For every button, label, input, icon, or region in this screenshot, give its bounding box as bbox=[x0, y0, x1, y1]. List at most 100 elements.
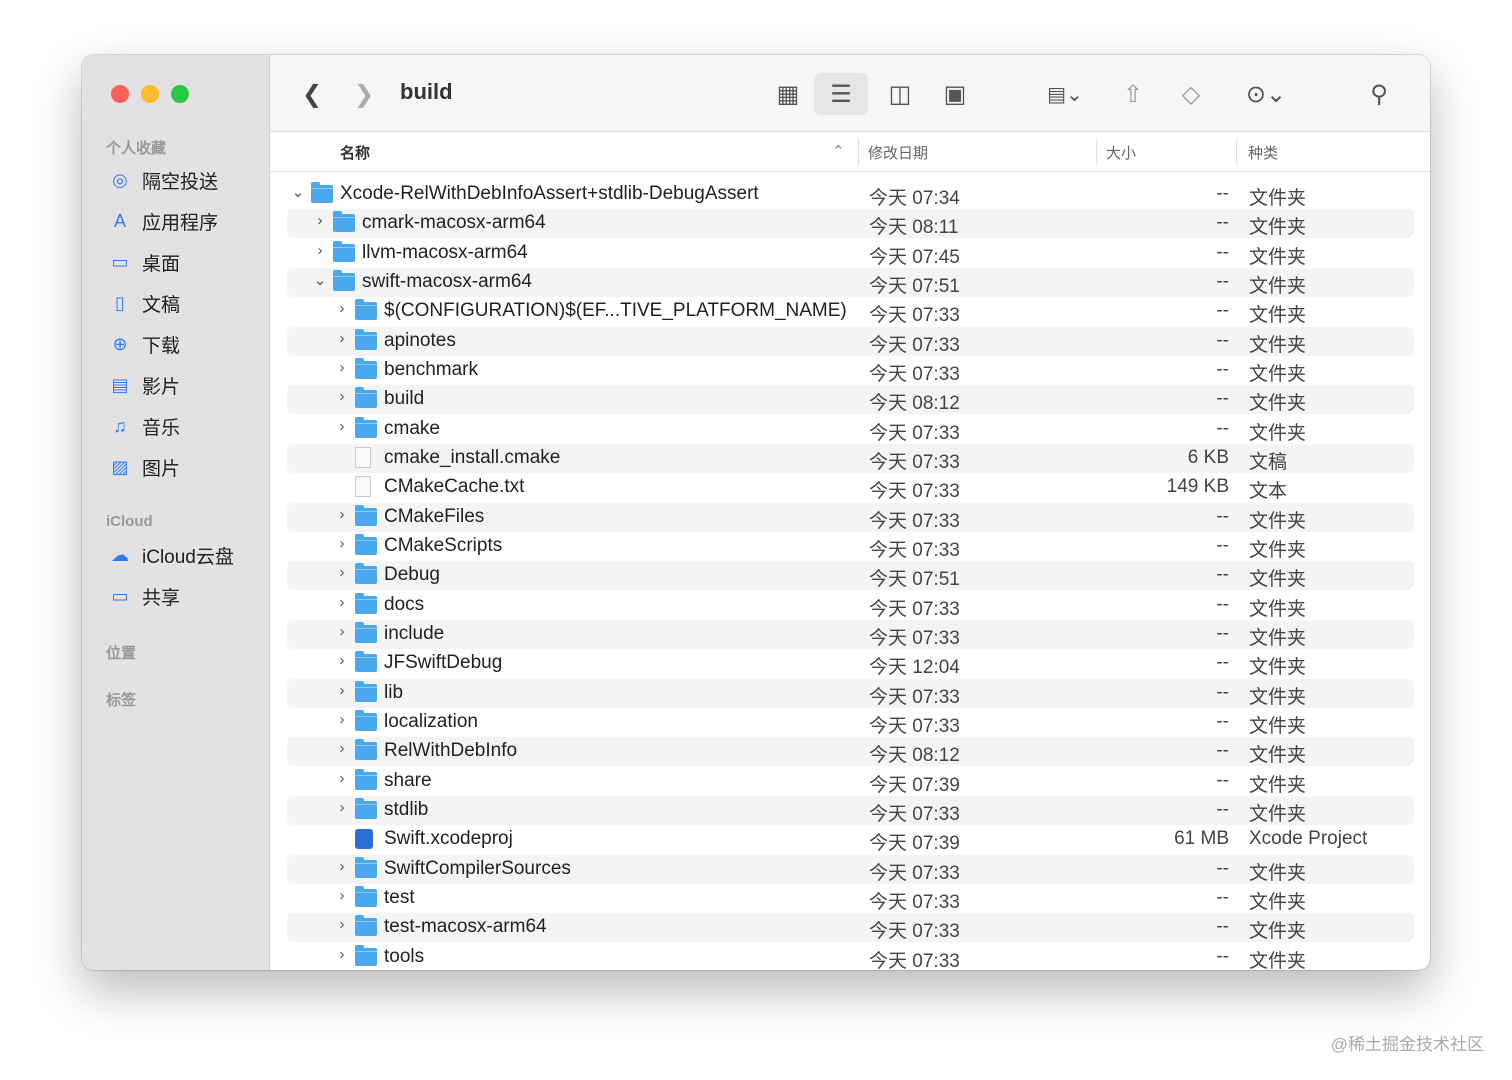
file-row[interactable]: › CMakeScripts 今天 07:33 -- 文件夹 bbox=[287, 532, 1414, 561]
search-button[interactable]: ⚲ bbox=[1362, 75, 1396, 113]
group-icon: ▤⌄ bbox=[1047, 83, 1083, 106]
file-row[interactable]: › stdlib 今天 07:33 -- 文件夹 bbox=[287, 795, 1414, 825]
download-icon: ⊕ bbox=[112, 334, 128, 354]
share-button[interactable]: ⇧ bbox=[1118, 75, 1148, 113]
chevron-right-icon[interactable]: › bbox=[335, 564, 349, 581]
gallery-view-button[interactable]: ▣ bbox=[932, 75, 978, 113]
file-row[interactable]: ⌄ swift-macosx-arm64 今天 07:51 -- 文件夹 bbox=[287, 267, 1414, 297]
forward-button[interactable]: ❯ bbox=[352, 75, 376, 113]
file-row[interactable]: › test 今天 07:33 -- 文件夹 bbox=[287, 884, 1414, 913]
chevron-right-icon[interactable]: › bbox=[335, 916, 349, 933]
chevron-right-icon[interactable]: › bbox=[335, 418, 349, 435]
chevron-right-icon[interactable]: › bbox=[335, 330, 349, 347]
chevron-right-icon[interactable]: › bbox=[335, 770, 349, 787]
sidebar-item[interactable]: ▯ 文稿 bbox=[108, 290, 180, 317]
zoom-button[interactable] bbox=[171, 85, 189, 103]
sidebar-item[interactable]: A 应用程序 bbox=[108, 208, 218, 235]
file-row[interactable]: › lib 今天 07:33 -- 文件夹 bbox=[287, 678, 1414, 708]
folder-icon bbox=[355, 768, 377, 790]
sidebar-item[interactable]: ▭ 共享 bbox=[108, 583, 180, 610]
chevron-right-icon[interactable]: › bbox=[335, 300, 349, 317]
file-kind: 文件夹 bbox=[1249, 539, 1307, 561]
file-row[interactable]: › JFSwiftDebug 今天 12:04 -- 文件夹 bbox=[287, 649, 1414, 678]
section-tags[interactable]: 标签 bbox=[106, 689, 136, 710]
chevron-right-icon[interactable]: › bbox=[335, 887, 349, 904]
column-name[interactable]: 名称 bbox=[340, 142, 370, 163]
list-view-button[interactable]: ☰ bbox=[814, 73, 868, 115]
file-row[interactable]: › SwiftCompilerSources 今天 07:33 -- 文件夹 bbox=[287, 854, 1414, 884]
chevron-right-icon[interactable]: › bbox=[335, 623, 349, 640]
file-row[interactable]: cmake_install.cmake 今天 07:33 6 KB 文稿 bbox=[287, 443, 1414, 473]
file-row[interactable]: › localization 今天 07:33 -- 文件夹 bbox=[287, 708, 1414, 737]
file-kind: 文本 bbox=[1249, 481, 1288, 503]
chevron-right-icon[interactable]: › bbox=[335, 506, 349, 523]
file-row[interactable]: › apinotes 今天 07:33 -- 文件夹 bbox=[287, 326, 1414, 356]
chevron-right-icon[interactable]: › bbox=[313, 242, 327, 259]
file-row[interactable]: › share 今天 07:39 -- 文件夹 bbox=[287, 767, 1414, 796]
sidebar-item[interactable]: ◎ 隔空投送 bbox=[108, 167, 218, 194]
column-view-button[interactable]: ◫ bbox=[880, 75, 920, 113]
chevron-right-icon[interactable]: › bbox=[335, 946, 349, 963]
minimize-button[interactable] bbox=[141, 85, 159, 103]
chevron-right-icon[interactable]: › bbox=[335, 799, 349, 816]
sidebar-item[interactable]: ☁ iCloud云盘 bbox=[108, 542, 234, 569]
group-button[interactable]: ▤⌄ bbox=[1035, 75, 1095, 113]
sidebar-item[interactable]: ♫ 音乐 bbox=[108, 413, 180, 440]
tag-icon: ◇ bbox=[1181, 80, 1201, 108]
file-date: 今天 07:33 bbox=[869, 510, 960, 532]
chevron-right-icon[interactable]: › bbox=[335, 535, 349, 552]
file-kind: Xcode Project bbox=[1249, 828, 1368, 850]
column-kind[interactable]: 种类 bbox=[1248, 142, 1278, 163]
file-kind: 文件夹 bbox=[1249, 627, 1307, 649]
chevron-right-icon[interactable]: › bbox=[335, 711, 349, 728]
chevron-right-icon[interactable]: › bbox=[335, 652, 349, 669]
folder-icon bbox=[355, 885, 377, 907]
file-row[interactable]: › llvm-macosx-arm64 今天 07:45 -- 文件夹 bbox=[287, 239, 1414, 268]
file-row[interactable]: ⌄ Xcode-RelWithDebInfoAssert+stdlib-Debug… bbox=[287, 180, 1414, 209]
sidebar-item[interactable]: ▨ 图片 bbox=[108, 454, 180, 481]
folder-icon bbox=[355, 299, 377, 321]
chevron-right-icon[interactable]: › bbox=[335, 858, 349, 875]
file-row[interactable]: › cmake 今天 07:33 -- 文件夹 bbox=[287, 415, 1414, 444]
chevron-right-icon[interactable]: › bbox=[335, 388, 349, 405]
file-row[interactable]: Swift.xcodeproj 今天 07:39 61 MB Xcode Projec… bbox=[287, 825, 1414, 854]
chevron-right-icon[interactable]: › bbox=[335, 359, 349, 376]
file-row[interactable]: › docs 今天 07:33 -- 文件夹 bbox=[287, 591, 1414, 620]
chevron-down-icon[interactable]: ⌄ bbox=[291, 183, 305, 201]
icon-view-button[interactable]: ▦ bbox=[770, 75, 806, 113]
chevron-right-icon[interactable]: › bbox=[335, 594, 349, 611]
back-button[interactable]: ❮ bbox=[300, 75, 324, 113]
folder-icon bbox=[355, 504, 377, 526]
more-actions-button[interactable]: ⊙⌄ bbox=[1236, 75, 1296, 113]
file-name: CMakeCache.txt bbox=[384, 476, 525, 498]
file-row[interactable]: › test-macosx-arm64 今天 07:33 -- 文件夹 bbox=[287, 913, 1414, 943]
file-row[interactable]: › build 今天 08:12 -- 文件夹 bbox=[287, 385, 1414, 415]
file-row[interactable]: › $(CONFIGURATION)$(EF...TIVE_PLATFORM_NA… bbox=[287, 297, 1414, 326]
file-row[interactable]: › CMakeFiles 今天 07:33 -- 文件夹 bbox=[287, 502, 1414, 532]
file-name: cmark-macosx-arm64 bbox=[362, 212, 546, 234]
tag-button[interactable]: ◇ bbox=[1174, 75, 1208, 113]
file-row[interactable]: › include 今天 07:33 -- 文件夹 bbox=[287, 619, 1414, 649]
file-row[interactable]: › tools 今天 07:33 -- 文件夹 bbox=[287, 943, 1414, 970]
file-date: 今天 07:33 bbox=[869, 921, 960, 943]
sidebar-item-label: 影片 bbox=[142, 377, 181, 398]
file-row[interactable]: › benchmark 今天 07:33 -- 文件夹 bbox=[287, 356, 1414, 385]
file-row[interactable]: › Debug 今天 07:51 -- 文件夹 bbox=[287, 561, 1414, 591]
close-button[interactable] bbox=[111, 85, 129, 103]
chevron-right-icon[interactable]: › bbox=[335, 740, 349, 757]
sidebar-item[interactable]: ▭ 桌面 bbox=[108, 249, 180, 276]
file-row[interactable]: CMakeCache.txt 今天 07:33 149 KB 文本 bbox=[287, 473, 1414, 502]
file-name: Swift.xcodeproj bbox=[384, 828, 513, 850]
chevron-right-icon[interactable]: › bbox=[313, 212, 327, 229]
section-locations[interactable]: 位置 bbox=[106, 642, 136, 663]
file-date: 今天 08:12 bbox=[869, 393, 960, 415]
sidebar-item[interactable]: ▤ 影片 bbox=[108, 372, 180, 399]
file-row[interactable]: › cmark-macosx-arm64 今天 08:11 -- 文件夹 bbox=[287, 209, 1414, 239]
chevron-down-icon[interactable]: ⌄ bbox=[313, 271, 327, 289]
column-date[interactable]: 修改日期 bbox=[868, 142, 928, 163]
column-size[interactable]: 大小 bbox=[1106, 142, 1136, 163]
sidebar-item[interactable]: ⊕ 下载 bbox=[108, 331, 180, 358]
chevron-right-icon[interactable]: › bbox=[335, 682, 349, 699]
file-size: 149 KB bbox=[1166, 476, 1229, 498]
file-row[interactable]: › RelWithDebInfo 今天 08:12 -- 文件夹 bbox=[287, 737, 1414, 767]
